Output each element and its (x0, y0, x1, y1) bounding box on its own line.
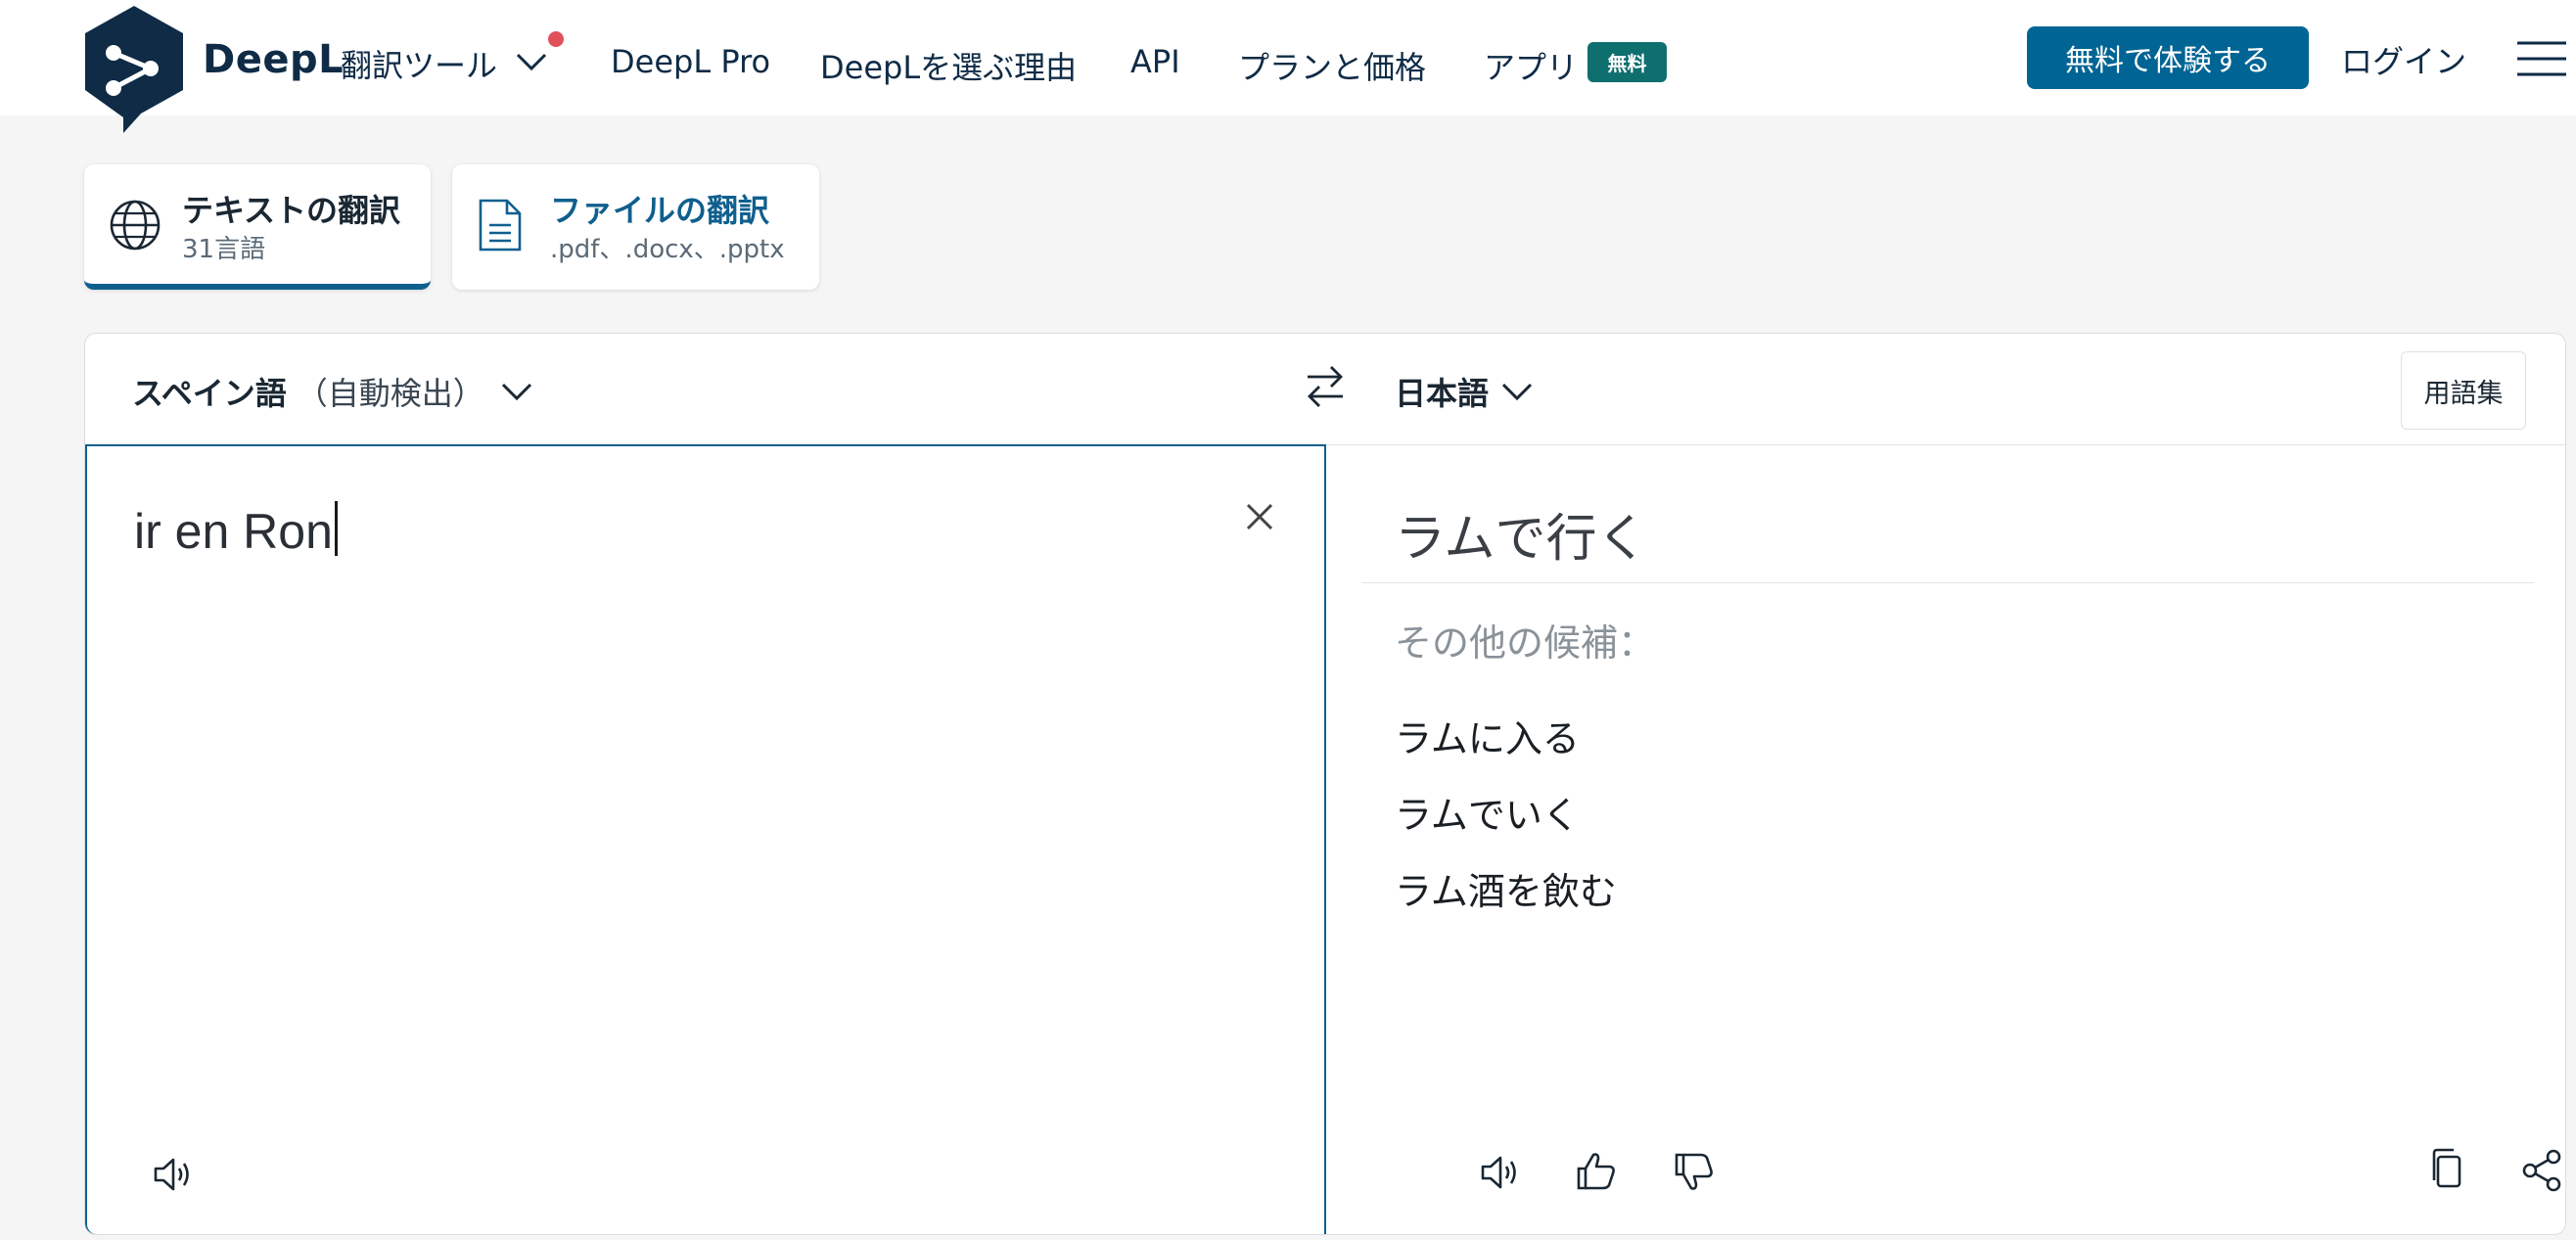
tab-text-translation[interactable]: テキストの翻訳 31言語 (84, 164, 431, 290)
alternative-item[interactable]: ラム酒を飲む (1395, 861, 1617, 915)
brand-subtitle[interactable]: 翻訳ツール (341, 41, 497, 86)
globe-icon (110, 200, 161, 251)
login-link[interactable]: ログイン (2341, 37, 2466, 82)
nav-api[interactable]: API (1130, 43, 1180, 80)
glossary-button[interactable]: 用語集 (2401, 351, 2526, 430)
thumbs-up-icon[interactable] (1573, 1147, 1620, 1194)
share-icon[interactable] (2518, 1147, 2565, 1194)
source-input[interactable]: ir en Ron (134, 501, 338, 560)
auto-detect-label: （自動検出） (296, 375, 484, 412)
target-text-area: ラムで行く その他の候補： ラムに入る ラムでいく ラム酒を飲む (1326, 444, 2565, 1234)
nav-deepl-pro[interactable]: DeepL Pro (611, 43, 770, 80)
chevron-down-icon[interactable] (500, 381, 533, 402)
target-language-selector[interactable]: 日本語 (1395, 369, 1489, 414)
language-bar: スペイン語 （自動検出） 日本語 用語集 (85, 334, 2565, 445)
swap-languages-icon[interactable] (1304, 363, 1347, 410)
chevron-down-icon[interactable] (515, 51, 548, 72)
document-icon (479, 199, 522, 252)
thumbs-down-icon[interactable] (1671, 1149, 1718, 1196)
free-badge: 無料 (1587, 42, 1667, 82)
alternative-item[interactable]: ラムに入る (1395, 709, 1580, 762)
nav-apps[interactable]: アプリ (1484, 43, 1578, 88)
try-free-button[interactable]: 無料で体験する (2027, 26, 2309, 89)
divider (1361, 582, 2534, 583)
top-header: DeepL 翻訳ツール DeepL Pro DeepLを選ぶ理由 API プラン… (0, 0, 2576, 133)
text-caret (334, 501, 338, 556)
nav-pricing[interactable]: プランと価格 (1238, 43, 1426, 88)
chevron-down-icon[interactable] (1500, 381, 1534, 402)
source-language-name: スペイン語 (132, 375, 287, 412)
tab-file-title: ファイルの翻訳 (550, 192, 770, 229)
source-text-value: ir en Ron (134, 504, 333, 559)
translation-result[interactable]: ラムで行く (1395, 497, 1647, 571)
copy-icon[interactable] (2424, 1145, 2471, 1192)
nav-why-deepl[interactable]: DeepLを選ぶ理由 (820, 43, 1077, 88)
source-language-selector[interactable]: スペイン語 （自動検出） (132, 369, 484, 414)
notification-dot (548, 31, 564, 47)
close-icon[interactable] (1242, 499, 1277, 534)
speaker-icon[interactable] (1477, 1149, 1524, 1196)
deepl-logo-icon[interactable] (82, 6, 186, 133)
translator-panel: スペイン語 （自動検出） 日本語 用語集 ir en Ron ラムで行く その他… (84, 333, 2566, 1235)
brand-name[interactable]: DeepL (203, 37, 344, 82)
tab-file-subtitle: .pdf、.docx、.pptx (550, 235, 785, 264)
tab-text-title: テキストの翻訳 (182, 192, 401, 229)
hamburger-menu-icon[interactable] (2515, 39, 2568, 78)
alternatives-label: その他の候補： (1395, 621, 1656, 665)
speaker-icon[interactable] (150, 1151, 197, 1198)
source-text-area[interactable]: ir en Ron (85, 444, 1326, 1234)
tab-text-subtitle: 31言語 (182, 235, 266, 264)
alternative-item[interactable]: ラムでいく (1395, 785, 1580, 839)
tab-file-translation[interactable]: ファイルの翻訳 .pdf、.docx、.pptx (452, 164, 819, 290)
